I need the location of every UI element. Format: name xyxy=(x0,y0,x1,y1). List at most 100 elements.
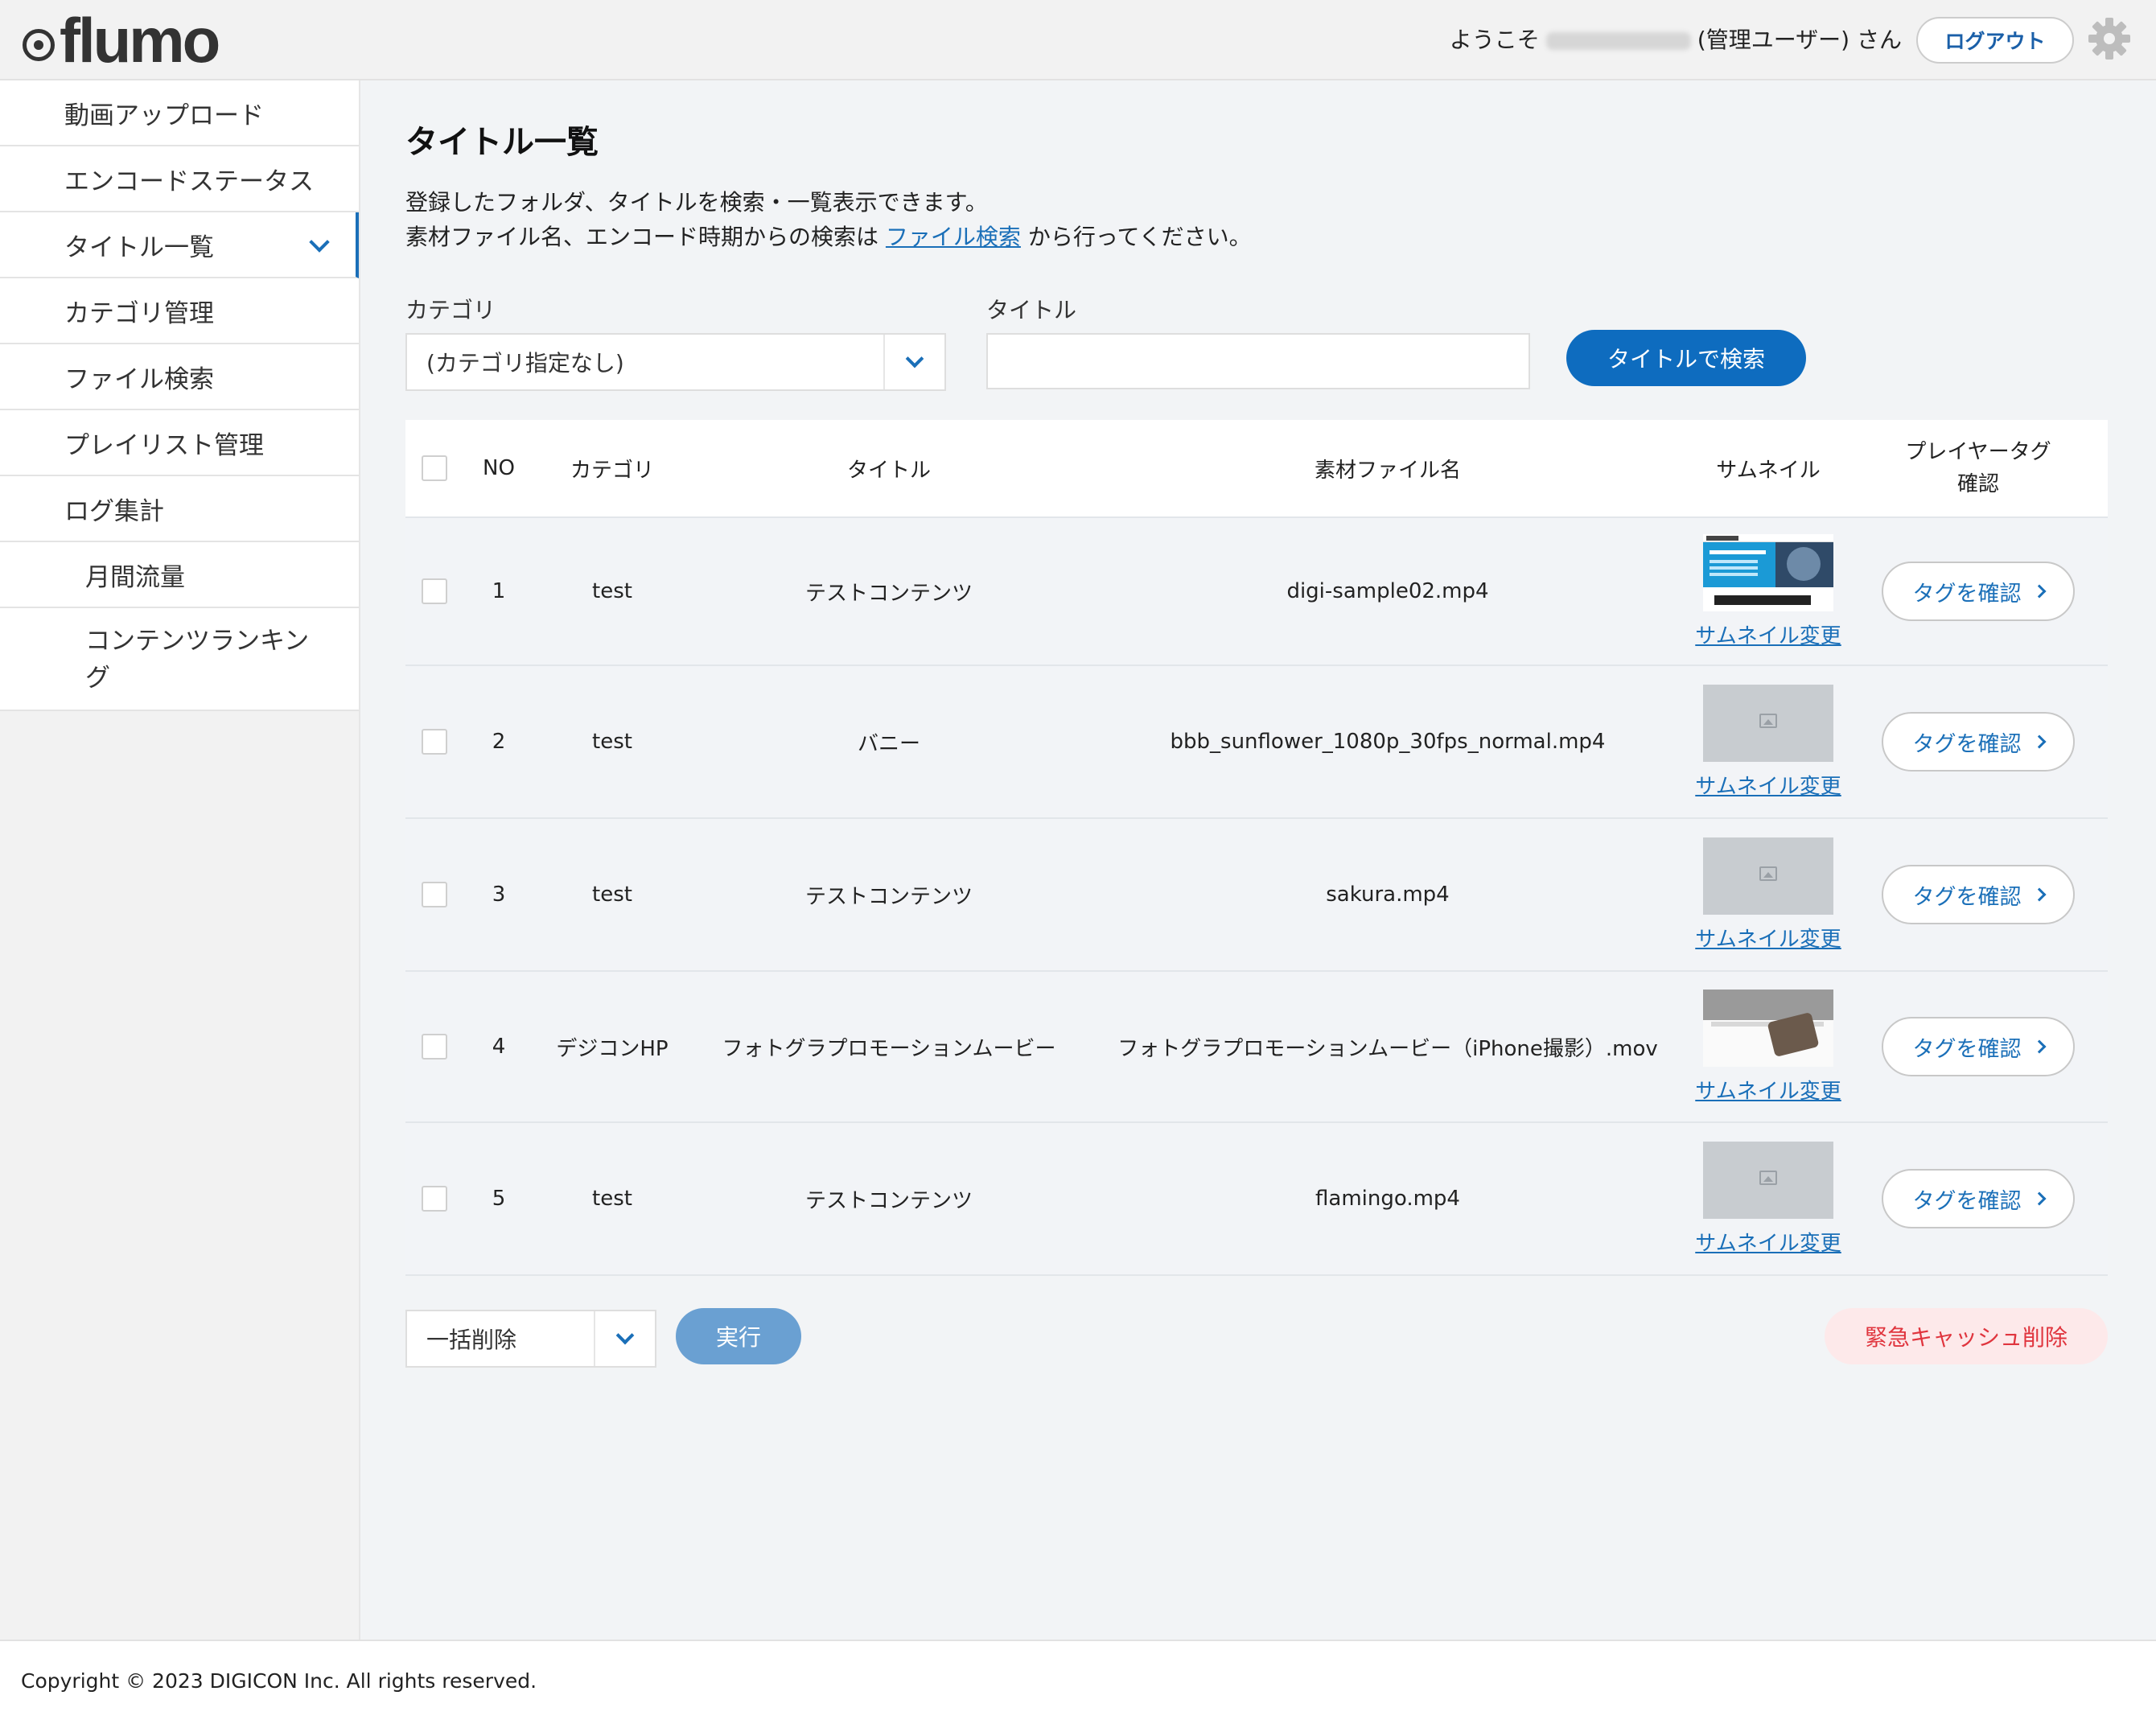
row-checkbox[interactable] xyxy=(422,882,447,907)
header-thumbnail: サムネイル xyxy=(1716,458,1821,483)
header-title: タイトル xyxy=(846,458,931,483)
page-title: タイトル一覧 xyxy=(405,124,599,161)
sidebar-item-label: カテゴリ管理 xyxy=(64,298,214,328)
table-header: NO カテゴリ タイトル 素材ファイル名 サムネイル プレイヤータグ確認 xyxy=(405,420,2108,518)
emergency-cache-clear-button[interactable]: 緊急キャッシュ削除 xyxy=(1825,1308,2108,1364)
sidebar-item-encode-status[interactable]: エンコードステータス xyxy=(0,146,359,212)
row-tag-cell: タグを確認 xyxy=(1849,819,2108,970)
sidebar-item-label: エンコードステータス xyxy=(64,167,314,196)
chevron-down-icon xyxy=(905,349,924,368)
chevron-down-icon xyxy=(615,1326,635,1345)
change-thumbnail-link[interactable]: サムネイル変更 xyxy=(1695,1075,1841,1105)
chevron-down-icon xyxy=(309,232,330,253)
sidebar-item-video-upload[interactable]: 動画アップロード xyxy=(0,80,359,146)
row-no: 1 xyxy=(492,579,506,603)
sidebar-item-playlist-management[interactable]: プレイリスト管理 xyxy=(0,410,359,476)
row-checkbox-cell xyxy=(405,1123,463,1274)
row-no: 4 xyxy=(492,1035,506,1059)
header-tag: プレイヤータグ確認 xyxy=(1905,440,2051,496)
row-checkbox-cell xyxy=(405,972,463,1121)
row-thumbnail: サムネイル変更 xyxy=(1688,666,1849,817)
table-row: 4 デジコンHP フォトグラプロモーションムービー フォトグラプロモーションムー… xyxy=(405,972,2108,1123)
row-category: デジコンHP xyxy=(556,1036,669,1061)
row-file: sakura.mp4 xyxy=(1326,883,1450,907)
welcome-message: ようこそ (管理ユーザー) さん xyxy=(1450,23,1902,55)
sidebar-item-monthly-traffic[interactable]: 月間流量 xyxy=(0,542,359,608)
change-thumbnail-link[interactable]: サムネイル変更 xyxy=(1695,619,1841,649)
redacted-username xyxy=(1545,32,1691,50)
sidebar-item-label: タイトル一覧 xyxy=(64,232,214,262)
bulk-action-select[interactable]: 一括削除 xyxy=(405,1310,656,1368)
select-all-cell xyxy=(405,420,463,516)
row-tag-cell: タグを確認 xyxy=(1849,518,2108,665)
select-toggle[interactable] xyxy=(594,1311,655,1366)
sidebar: 動画アップロード エンコードステータス タイトル一覧 カテゴリ管理 ファイル検索… xyxy=(0,80,360,1640)
logout-button[interactable]: ログアウト xyxy=(1916,17,2074,64)
select-all-checkbox[interactable] xyxy=(422,455,447,481)
table-row: 3 test テストコンテンツ sakura.mp4 サムネイル変更 タグを確認 xyxy=(405,819,2108,972)
row-file: flamingo.mp4 xyxy=(1315,1187,1460,1211)
row-checkbox[interactable] xyxy=(422,1186,447,1212)
change-thumbnail-link[interactable]: サムネイル変更 xyxy=(1695,923,1841,953)
check-tag-label: タグを確認 xyxy=(1912,884,2022,910)
row-file: digi-sample02.mp4 xyxy=(1286,579,1489,603)
row-title: テストコンテンツ xyxy=(804,884,973,909)
flumo-logo[interactable]: flumo xyxy=(23,9,220,72)
sidebar-item-file-search[interactable]: ファイル検索 xyxy=(0,344,359,410)
row-tag-cell: タグを確認 xyxy=(1849,1123,2108,1274)
check-tag-button[interactable]: タグを確認 xyxy=(1882,562,2075,621)
row-checkbox[interactable] xyxy=(422,1034,447,1060)
change-thumbnail-link[interactable]: サムネイル変更 xyxy=(1695,1227,1841,1257)
thumbnail-placeholder xyxy=(1703,1141,1833,1219)
sidebar-item-category-management[interactable]: カテゴリ管理 xyxy=(0,278,359,344)
chevron-right-icon xyxy=(2032,887,2046,902)
title-search-button[interactable]: タイトルで検索 xyxy=(1566,330,1806,386)
execute-button[interactable]: 実行 xyxy=(676,1308,801,1364)
thumbnail-image xyxy=(1703,989,1833,1067)
row-file: フォトグラプロモーションムービー（iPhone撮影）.mov xyxy=(1117,1036,1658,1061)
check-tag-button[interactable]: タグを確認 xyxy=(1882,1017,2075,1076)
chevron-right-icon xyxy=(2032,1039,2046,1054)
title-search-input[interactable] xyxy=(986,333,1530,389)
change-thumbnail-link[interactable]: サムネイル変更 xyxy=(1695,770,1841,800)
row-file: bbb_sunflower_1080p_30fps_normal.mp4 xyxy=(1170,730,1606,754)
check-tag-button[interactable]: タグを確認 xyxy=(1882,865,2075,924)
row-thumbnail: サムネイル変更 xyxy=(1688,1123,1849,1274)
row-checkbox[interactable] xyxy=(422,578,447,604)
select-toggle[interactable] xyxy=(883,335,944,389)
check-tag-label: タグを確認 xyxy=(1912,1188,2022,1214)
gear-icon[interactable] xyxy=(2087,16,2132,61)
row-category: test xyxy=(592,730,632,754)
welcome-prefix: ようこそ xyxy=(1449,27,1540,53)
check-tag-button[interactable]: タグを確認 xyxy=(1882,1169,2075,1228)
chevron-right-icon xyxy=(2032,584,2046,599)
sidebar-item-log-aggregation[interactable]: ログ集計 xyxy=(0,476,359,542)
sidebar-item-label: 月間流量 xyxy=(85,562,185,592)
row-checkbox[interactable] xyxy=(422,729,447,755)
image-placeholder-icon xyxy=(1759,866,1777,881)
description-line-1: 登録したフォルダ、タイトルを検索・一覧表示できます。 xyxy=(405,189,988,216)
sidebar-item-label: コンテンツランキング xyxy=(85,627,310,693)
check-tag-label: タグを確認 xyxy=(1912,581,2022,607)
category-select[interactable]: (カテゴリ指定なし) xyxy=(405,333,946,391)
category-select-value: (カテゴリ指定なし) xyxy=(426,350,624,377)
row-thumbnail: サムネイル変更 xyxy=(1688,518,1849,665)
table-row: 5 test テストコンテンツ flamingo.mp4 サムネイル変更 タグを… xyxy=(405,1123,2108,1276)
footer: Copyright © 2023 DIGICON Inc. All rights… xyxy=(0,1640,2156,1720)
sidebar-item-label: 動画アップロード xyxy=(64,101,264,130)
row-category: test xyxy=(592,579,632,603)
check-tag-button[interactable]: タグを確認 xyxy=(1882,712,2075,772)
sidebar-item-title-list[interactable]: タイトル一覧 xyxy=(0,212,359,278)
table-row: 1 test テストコンテンツ digi-sample02.mp4 サムネイル変… xyxy=(405,518,2108,666)
row-thumbnail: サムネイル変更 xyxy=(1688,972,1849,1121)
row-title: テストコンテンツ xyxy=(804,581,973,606)
check-tag-label: タグを確認 xyxy=(1912,731,2022,757)
row-checkbox-cell xyxy=(405,666,463,817)
category-label: カテゴリ xyxy=(405,297,496,323)
app-header: flumo ようこそ (管理ユーザー) さん ログアウト xyxy=(0,0,2156,80)
chevron-right-icon xyxy=(2032,1191,2046,1206)
file-search-link[interactable]: ファイル検索 xyxy=(886,224,1021,250)
sidebar-item-content-ranking[interactable]: コンテンツランキング xyxy=(0,608,359,711)
image-placeholder-icon xyxy=(1759,713,1777,728)
sidebar-nav: 動画アップロード エンコードステータス タイトル一覧 カテゴリ管理 ファイル検索… xyxy=(0,80,359,711)
